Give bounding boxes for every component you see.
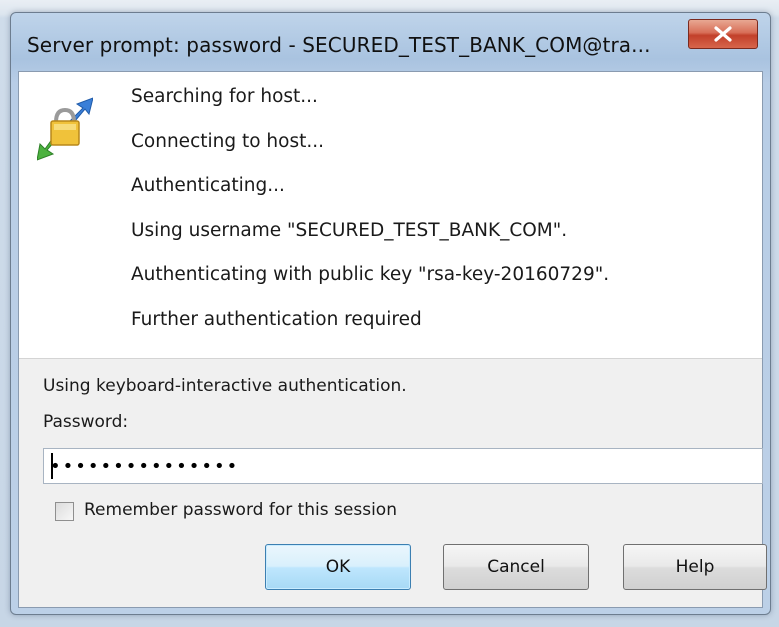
close-icon (714, 26, 732, 42)
dialog-client-area: Searching for host... Connecting to host… (18, 71, 767, 608)
title-bar[interactable]: Server prompt: password - SECURED_TEST_B… (11, 13, 770, 71)
help-button[interactable]: Help (623, 544, 767, 590)
log-line: Authenticating with public key "rsa-key-… (131, 264, 610, 285)
log-line: Authenticating... (131, 175, 285, 196)
remember-password-label[interactable]: Remember password for this session (84, 500, 397, 520)
connection-log: Searching for host... Connecting to host… (19, 72, 762, 359)
cancel-button[interactable]: Cancel (443, 544, 589, 590)
log-line: Connecting to host... (131, 130, 325, 152)
auth-method-info: Using keyboard-interactive authenticatio… (43, 376, 407, 396)
log-lines: Searching for host... Connecting to host… (131, 82, 609, 349)
password-input[interactable] (43, 448, 763, 484)
log-line: Searching for host... (131, 86, 318, 107)
server-prompt-dialog: Server prompt: password - SECURED_TEST_B… (10, 12, 771, 615)
window-title: Server prompt: password - SECURED_TEST_B… (27, 33, 651, 57)
log-line: Using username "SECURED_TEST_BANK_COM". (131, 219, 568, 241)
text-caret (51, 453, 53, 479)
lock-arrows-icon (37, 97, 93, 161)
log-line: Further authentication required (131, 308, 422, 330)
remember-password-checkbox[interactable] (55, 502, 74, 521)
close-button[interactable] (688, 19, 758, 49)
ok-button[interactable]: OK (265, 544, 411, 590)
password-label: Password: (43, 412, 129, 432)
